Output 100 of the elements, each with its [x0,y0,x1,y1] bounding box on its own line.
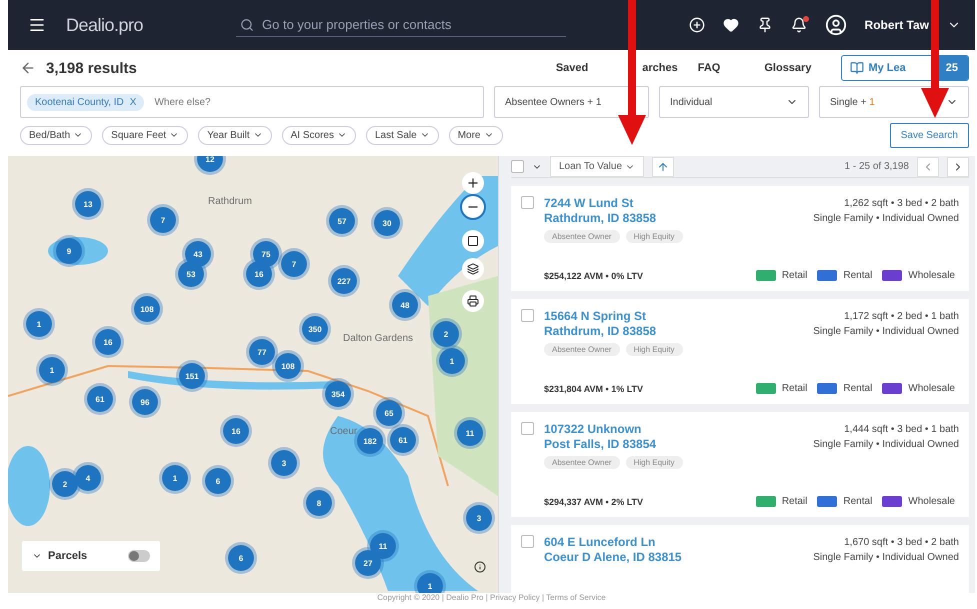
map-cluster-marker[interactable]: 8 [303,487,335,519]
map-cluster-marker[interactable]: 350 [299,313,331,345]
city-link[interactable]: Rathdrum, ID 83858 [544,324,656,339]
location-field[interactable]: Kootenai County, ID X Where else? [20,86,484,118]
info-icon[interactable] [474,561,486,573]
map-cluster-marker[interactable]: 12 [194,156,226,175]
filter-dropdown[interactable]: Single + 1 [819,86,969,118]
map-cluster-marker[interactable]: 227 [328,265,360,297]
parcels-label: Parcels [48,550,88,562]
map-cluster-marker[interactable]: 16 [220,415,252,447]
map-cluster-marker[interactable]: 7 [278,248,310,280]
pin-icon[interactable] [756,17,773,33]
sort-direction-button[interactable] [652,156,674,176]
plus-circle-icon[interactable] [688,17,705,33]
map-cluster-marker[interactable]: 1 [36,354,68,386]
filter-chip[interactable]: Bed/Bath [20,126,92,144]
property-card[interactable]: 7244 W Lund St Rathdrum, ID 83858 1,262 sqft • 3 bed • 2 bath Single Family • Individual Owned Absentee Owner High Equity $254,122 AVM • 0% LTV Retail Rental Wholesale [511,186,969,291]
map-cluster-marker[interactable]: 16 [243,258,275,290]
logo[interactable]: Dealio.pro [66,14,216,36]
map-cluster-marker[interactable]: 108 [131,293,163,325]
plus-icon [466,176,480,190]
filter-chip[interactable]: Year Built [198,126,272,144]
map-cluster-marker[interactable]: 151 [176,360,208,392]
map-cluster-marker[interactable]: 48 [389,289,421,321]
map-cluster-marker[interactable]: 9 [53,235,85,267]
property-type: Single Family • Individual Owned [813,325,959,339]
book-icon [850,61,864,75]
map-cluster-marker[interactable]: 354 [322,378,354,410]
location-tag[interactable]: Kootenai County, ID X [27,94,144,110]
property-card[interactable]: 15664 N Spring St Rathdrum, ID 83858 1,172 sqft • 2 bed • 1 bath Single Family • Individual Owned Absentee Owner High Equity $231,804 AVM • 1% LTV Retail Rental Wholesale [511,299,969,404]
select-all-checkbox[interactable] [511,160,524,173]
property-type: Single Family • Individual Owned [813,438,959,452]
map-cluster-marker[interactable]: 65 [373,397,405,429]
property-value: $254,122 AVM • 0% LTV [544,270,644,280]
city-link[interactable]: Post Falls, ID 83854 [544,437,656,452]
street-link[interactable]: 15664 N Spring St [544,309,656,324]
city-link[interactable]: Coeur D Alene, ID 83815 [544,550,682,565]
map-cluster-marker[interactable]: 96 [129,386,161,418]
map-cluster-marker[interactable]: 1 [159,462,191,494]
next-page-button[interactable] [947,156,969,176]
parcels-toggle[interactable] [128,550,150,562]
layers-button[interactable] [462,258,484,280]
results-count: 3,198 results [46,60,137,76]
place-label: Dalton Gardens [343,333,414,344]
saved-searches-link[interactable]: arches [642,62,678,74]
map-cluster-marker[interactable]: 30 [371,207,403,239]
property-tag: Absentee Owner [544,456,620,469]
map-cluster-marker[interactable]: 7 [147,204,179,236]
menu-icon[interactable] [28,16,46,34]
property-checkbox[interactable] [521,309,534,322]
nav-link[interactable]: Glossary [764,62,812,74]
arrow-up-icon [657,160,670,172]
map-cluster-marker[interactable]: 1 [23,308,55,340]
street-link[interactable]: 107322 Unknown [544,422,656,437]
property-size: 1,444 sqft • 3 bed • 1 bath [843,423,959,437]
printer-icon [467,295,479,307]
map-cluster-marker[interactable]: 57 [326,205,358,237]
map-cluster-marker[interactable]: 6 [202,465,234,497]
filter-chip[interactable]: Last Sale [366,126,439,144]
map-cluster-marker[interactable]: 6 [225,542,257,574]
property-size: 1,670 sqft • 3 bed • 2 bath [843,536,959,550]
map-cluster-marker[interactable]: 61 [387,424,419,456]
avatar-icon[interactable] [824,14,847,36]
filter-chip[interactable]: More [448,126,502,144]
property-size: 1,172 sqft • 2 bed • 1 bath [843,310,959,324]
city-link[interactable]: Rathdrum, ID 83858 [544,211,656,226]
save-search-button[interactable]: Save Search [890,122,969,148]
property-checkbox[interactable] [521,422,534,435]
map-cluster-marker[interactable]: 108 [272,350,304,382]
property-card[interactable]: 107322 Unknown Post Falls, ID 83854 1,444 sqft • 3 bed • 1 bath Single Family • Individual Owned Absentee Owner High Equity $294,337 AVM • 2% LTV Retail Rental Wholesale [511,412,969,517]
score-label: Rental [843,270,872,281]
nav-link[interactable]: FAQ [698,62,720,74]
saved-searches-link[interactable]: Saved [556,62,588,74]
score-label: Wholesale [908,270,955,281]
pagination-text: 1 - 25 of 3,198 [844,161,909,172]
sort-dropdown[interactable]: Loan To Value [550,156,644,177]
filter-chip[interactable]: Square Feet [102,126,188,144]
street-link[interactable]: 7244 W Lund St [544,196,656,211]
filter-dropdown[interactable]: Absentee Owners + 1 [494,86,649,118]
back-icon[interactable] [20,60,36,76]
property-type: Single Family • Individual Owned [813,551,959,565]
filter-dropdown[interactable]: Individual [659,86,809,118]
map-cluster-marker[interactable]: 3 [268,447,300,479]
map-cluster-marker[interactable]: 3 [463,502,495,534]
map-cluster-marker[interactable]: 77 [246,336,278,368]
property-checkbox[interactable] [521,196,534,209]
map-cluster-marker[interactable]: 53 [175,258,207,290]
filter-chip[interactable]: AI Scores [282,126,356,144]
map-cluster-marker[interactable]: 61 [84,383,116,415]
search-field[interactable]: Go to your properties or contacts [236,13,566,37]
map-cluster-marker[interactable]: 16 [92,326,124,358]
heart-icon[interactable] [722,17,739,33]
street-link[interactable]: 604 E Lunceford Ln [544,535,682,550]
my-leads-button[interactable]: My Lea 25 [841,55,969,81]
zoom-in-button[interactable] [462,172,484,194]
map-cluster-marker[interactable]: 4 [72,462,104,494]
user-name[interactable]: Robert Taw [864,18,929,32]
notification-icon[interactable] [790,17,807,33]
property-checkbox[interactable] [521,535,534,548]
map-cluster-marker[interactable]: 13 [72,188,104,220]
